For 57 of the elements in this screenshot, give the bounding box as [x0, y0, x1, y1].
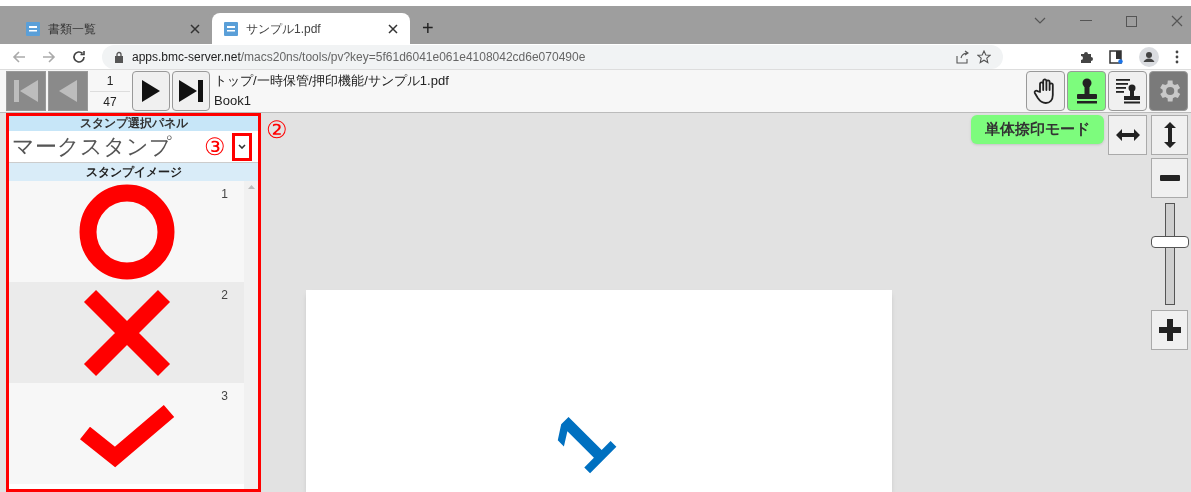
zoom-in-button[interactable] — [1151, 310, 1188, 350]
address-field[interactable]: apps.bmc-server.net/macs20ns/tools/pv?key=5f61d6041e061e4108042cd6e070490e — [102, 44, 1003, 69]
browser-tab[interactable]: サンプル1.pdf — [212, 13, 410, 44]
maximize-icon[interactable] — [1126, 15, 1137, 27]
stamp-item[interactable]: 2 — [9, 282, 244, 383]
app-logo-icon — [26, 21, 40, 36]
nav-button[interactable] — [172, 71, 210, 111]
avatar-icon[interactable] — [1139, 46, 1159, 67]
vertical-arrows-icon — [1163, 122, 1176, 148]
tool-button[interactable] — [1067, 71, 1106, 111]
stamp-text: 1 — [539, 398, 628, 486]
tab-title: 書類一覧 — [48, 20, 97, 38]
stamp-number: 3 — [221, 388, 228, 405]
more-icon[interactable] — [1175, 49, 1179, 64]
annotation-number: ③ — [204, 134, 226, 159]
share-icon[interactable] — [955, 49, 969, 64]
file-path: トップ/一時保管/押印機能/サンプル1.pdf — [214, 72, 449, 90]
app-logo-icon — [224, 21, 238, 36]
zoom-slider-thumb[interactable] — [1150, 235, 1189, 248]
minus-icon — [1159, 175, 1180, 181]
stamp-number: 2 — [221, 287, 228, 304]
scrollbar[interactable] — [244, 181, 258, 489]
annotation-number: ② — [266, 116, 288, 143]
cross-stamp-icon — [81, 287, 172, 378]
book-name: Book1 — [214, 92, 252, 110]
stamp-list-icon — [1113, 77, 1142, 105]
url-text: apps.bmc-server.net/macs20ns/tools/pv?key=5f61d6041e061e4108042cd6e070490e — [132, 48, 586, 66]
tool-button[interactable] — [1108, 71, 1147, 111]
nav-button[interactable] — [132, 71, 170, 111]
chevron-down-icon[interactable] — [1034, 17, 1046, 25]
dropdown-button[interactable] — [232, 132, 252, 161]
page-count: 47 — [103, 93, 117, 111]
close-icon[interactable] — [388, 23, 398, 34]
horizontal-arrows-icon — [1115, 129, 1140, 141]
new-tab-button[interactable]: + — [422, 18, 434, 38]
circle-stamp-icon — [78, 183, 175, 280]
tab-title: サンプル1.pdf — [246, 20, 322, 38]
panel-title: スタンプ選択パネル — [9, 116, 258, 131]
stamp-item[interactable]: 3 — [9, 383, 244, 484]
puzzle-icon[interactable] — [1079, 49, 1093, 64]
page-number: 1 — [106, 72, 114, 90]
minimize-icon[interactable] — [1080, 20, 1092, 22]
mode-badge: 単体捺印モード — [971, 115, 1104, 144]
stamp-type-select[interactable]: マークスタンプ — [12, 135, 204, 158]
star-icon[interactable] — [977, 49, 991, 64]
stamp-item[interactable]: 1 — [9, 181, 244, 282]
stamp-number: 1 — [221, 186, 228, 203]
reload-icon[interactable] — [72, 49, 86, 64]
section-title: スタンプイメージ — [9, 163, 258, 181]
fit-width-button[interactable] — [1108, 115, 1147, 155]
lock-icon — [114, 50, 124, 63]
plus-icon — [1158, 319, 1181, 341]
sidebar-icon[interactable] — [1109, 49, 1123, 64]
chevron-down-icon — [238, 144, 246, 149]
zoom-out-button[interactable] — [1151, 158, 1188, 198]
tool-button[interactable] — [1026, 71, 1065, 111]
fit-height-button[interactable] — [1151, 115, 1188, 155]
